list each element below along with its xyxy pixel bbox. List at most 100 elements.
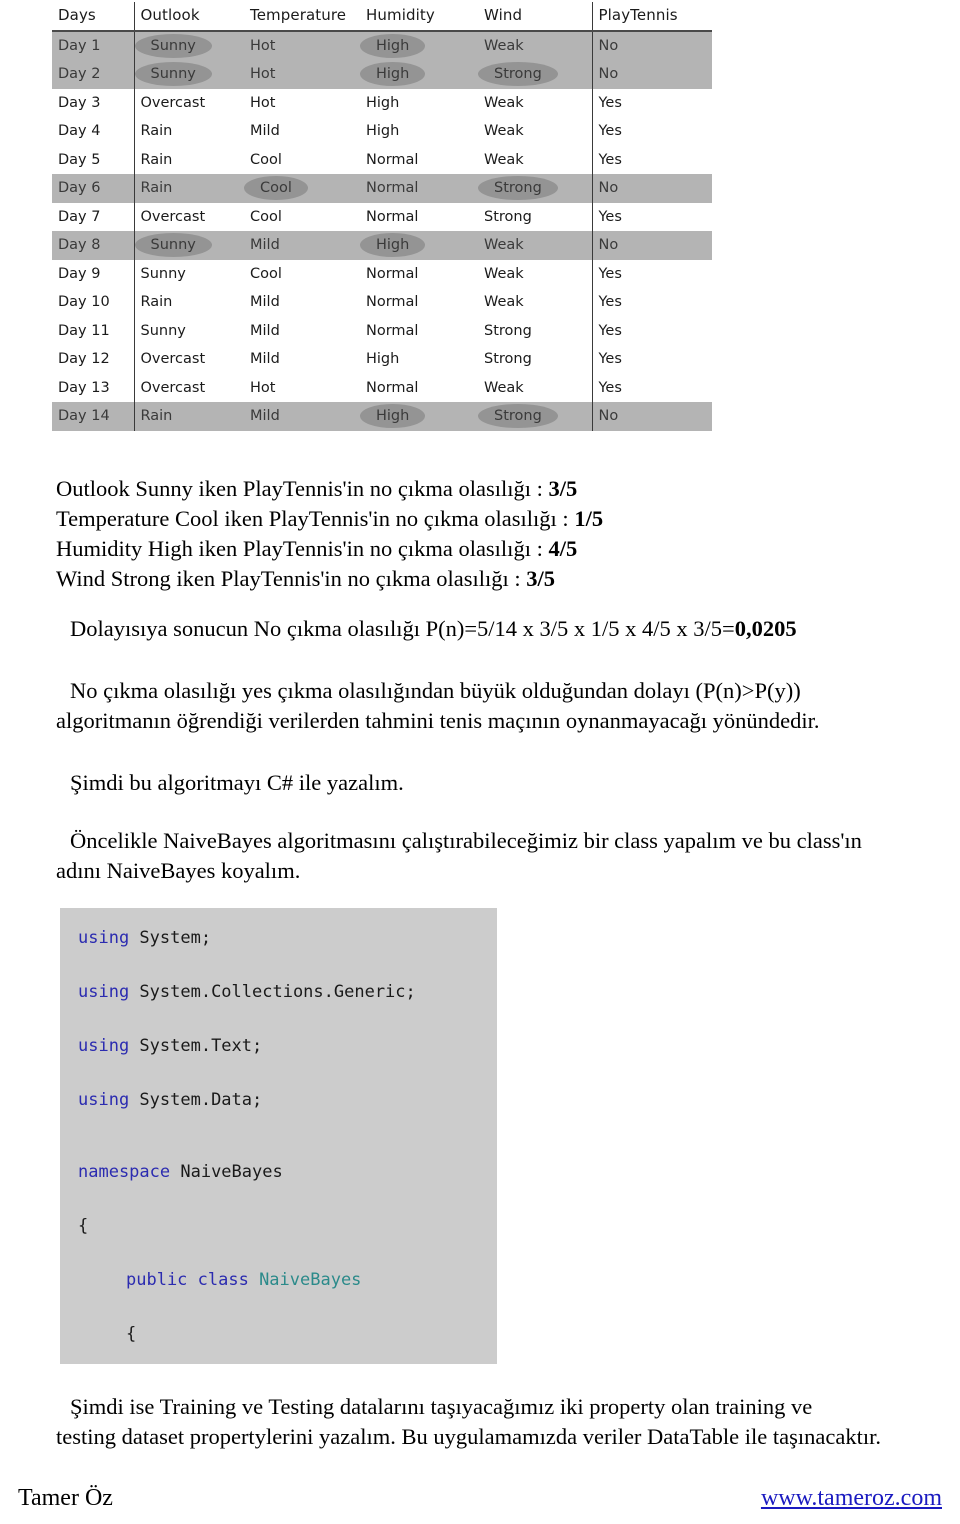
- cell-outlook: Overcast: [133, 202, 244, 231]
- table-row: Day 4 Rain Mild High Weak Yes: [52, 117, 712, 146]
- cell-humidity: Normal: [366, 379, 419, 396]
- circled-value-mark: Cool: [244, 176, 308, 201]
- cell-outlook: Sunny: [133, 31, 244, 60]
- cell-wind: Strong: [484, 322, 532, 339]
- cell-wind: Strong: [484, 208, 532, 225]
- first-class-line-1: Öncelikle NaiveBayes algoritmasını çalış…: [70, 828, 862, 853]
- closing-line-1: Şimdi ise Training ve Testing datalarını…: [70, 1394, 813, 1419]
- cell-temperature: Hot: [244, 31, 360, 60]
- table-row: Day 3 Overcast Hot High Weak Yes: [52, 88, 712, 117]
- conclusion-result: 0,0205: [734, 616, 797, 641]
- circled-value-mark: Sunny: [134, 34, 213, 58]
- code-text: System;: [139, 928, 212, 948]
- code-text: System.Data;: [139, 1090, 263, 1110]
- csharp-code-block: using System; using System.Collections.G…: [60, 908, 497, 1364]
- cell-wind: Strong: [478, 60, 592, 89]
- cell-temperature: Mild: [244, 231, 360, 260]
- column-header-humidity: Humidity: [360, 2, 478, 32]
- cell-playtennis: Yes: [591, 202, 712, 231]
- probability-fact-3: Humidity High iken PlayTennis'in no çıkm…: [56, 534, 916, 564]
- cell-wind: Strong: [484, 351, 532, 368]
- cell-wind: Strong: [478, 174, 592, 203]
- fact-text: Wind Strong iken PlayTennis'in no çıkma …: [56, 565, 527, 591]
- cell-playtennis: Yes: [591, 288, 712, 317]
- cell-day: Day 9: [58, 265, 101, 282]
- circled-value-mark: High: [359, 34, 426, 58]
- table-body: Day 1 Sunny Hot High Weak No Day 2 Sunny Hot High…: [52, 31, 712, 431]
- comparison-line-1: No çıkma olasılığı yes çıkma olasılığınd…: [70, 678, 801, 703]
- play-tennis-table-figure: Days Outlook Temperature Humidity Wind P…: [52, 2, 712, 448]
- fact-value: 3/5: [526, 565, 556, 591]
- table-row: Day 10 Rain Mild Normal Weak Yes: [52, 288, 712, 317]
- cell-wind: Strong: [478, 402, 592, 431]
- cell-wind: Weak: [484, 94, 524, 111]
- code-type-name: NaiveBayes: [259, 1270, 362, 1290]
- table-row: Day 6 Rain Cool Normal Strong No: [52, 174, 712, 203]
- column-header-wind: Wind: [478, 2, 592, 32]
- code-text: NaiveBayes: [180, 1162, 283, 1182]
- conclusion-paragraph: Dolayısıya sonucun No çıkma olasılığı P(…: [56, 614, 916, 644]
- comparison-paragraph: No çıkma olasılığı yes çıkma olasılığınd…: [56, 676, 916, 736]
- code-keyword: using: [78, 928, 140, 948]
- cell-day: Day 6: [52, 174, 134, 203]
- circled-value-mark: High: [359, 62, 426, 87]
- cell-temperature: Hot: [250, 379, 276, 396]
- conclusion-text: Dolayısıya sonucun No çıkma olasılığı P(…: [70, 616, 735, 641]
- cell-day: Day 8: [52, 231, 134, 260]
- code-text: System.Text;: [139, 1036, 263, 1056]
- now-csharp-paragraph: Şimdi bu algoritmayı C# ile yazalım.: [70, 770, 404, 795]
- cell-playtennis: No: [591, 231, 712, 260]
- cell-temperature: Mild: [250, 294, 280, 311]
- cell-outlook: Rain: [133, 288, 244, 317]
- footer-author: Tamer Öz: [18, 1484, 113, 1511]
- cell-wind: Weak: [478, 231, 592, 260]
- code-line-3: using System.Text;: [60, 1028, 497, 1064]
- footer-website-link[interactable]: www.tameroz.com: [761, 1485, 942, 1512]
- column-header-playtennis: PlayTennis: [591, 2, 712, 32]
- fact-text: Humidity High iken PlayTennis'in no çıkm…: [56, 535, 549, 561]
- column-header-outlook: Outlook: [133, 2, 244, 32]
- cell-day: Day 13: [58, 379, 110, 396]
- cell-playtennis: Yes: [591, 373, 712, 402]
- column-header-temperature: Temperature: [244, 2, 360, 32]
- code-text: {: [78, 1216, 89, 1236]
- cell-outlook: Sunny: [133, 316, 244, 345]
- comparison-line-2: algoritmanın öğrendiği verilerden tahmin…: [56, 707, 820, 733]
- cell-temperature: Cool: [244, 174, 360, 203]
- cell-humidity: Normal: [366, 322, 419, 339]
- cell-day: Day 3: [58, 94, 101, 111]
- cell-playtennis: No: [591, 31, 712, 60]
- circled-value-mark: Sunny: [134, 233, 213, 258]
- code-line-2: using System.Collections.Generic;: [60, 974, 497, 1010]
- cell-playtennis: Yes: [591, 145, 712, 174]
- code-keyword: using: [78, 1090, 140, 1110]
- cell-humidity: Normal: [366, 265, 419, 282]
- cell-day: Day 11: [58, 322, 110, 339]
- table-row: Day 5 Rain Cool Normal Weak Yes: [52, 145, 712, 174]
- play-tennis-table: Days Outlook Temperature Humidity Wind P…: [52, 2, 712, 431]
- cell-outlook: Sunny: [133, 231, 244, 260]
- table-row: Day 12 Overcast Mild High Strong Yes: [52, 345, 712, 374]
- cell-temperature: Hot: [244, 60, 360, 89]
- cell-outlook: Rain: [133, 117, 244, 146]
- cell-wind: Weak: [484, 151, 524, 168]
- cell-day: Day 10: [58, 294, 110, 311]
- circled-value-mark: Strong: [478, 404, 558, 429]
- cell-outlook: Overcast: [133, 88, 244, 117]
- code-text: System.Collections.Generic;: [139, 982, 416, 1002]
- circled-value-mark: High: [359, 233, 426, 258]
- fact-value: 4/5: [548, 535, 578, 561]
- cell-temperature: Cool: [250, 208, 282, 225]
- table-row: Day 7 Overcast Cool Normal Strong Yes: [52, 202, 712, 231]
- code-keyword: public class: [126, 1270, 260, 1290]
- cell-playtennis: No: [591, 402, 712, 431]
- cell-day: Day 14: [52, 402, 134, 431]
- fact-value: 3/5: [548, 476, 578, 501]
- cell-humidity: High: [366, 351, 400, 368]
- cell-day: Day 4: [58, 123, 101, 140]
